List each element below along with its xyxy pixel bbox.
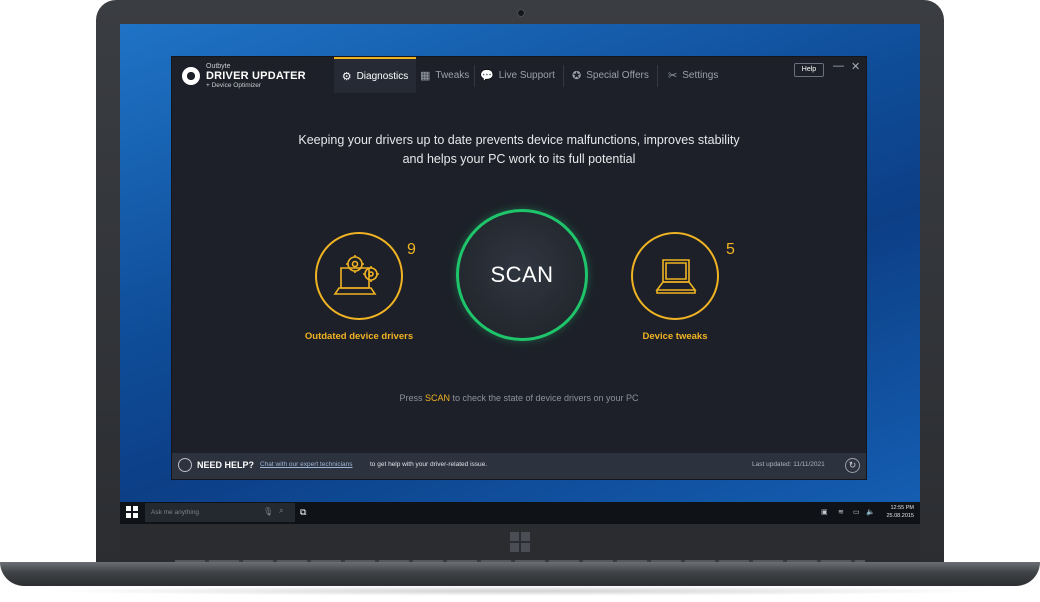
search-placeholder: Ask me anything (151, 509, 200, 516)
scan-button[interactable]: SCAN (456, 209, 588, 341)
help-button[interactable]: Help (794, 63, 824, 77)
laptop-icon (655, 259, 697, 294)
tab-special-offers[interactable]: ✪ Special Offers (572, 57, 649, 93)
tab-settings[interactable]: ✂ Settings (668, 57, 718, 93)
device-tweaks-circle (631, 232, 719, 320)
driver-updater-window: Outbyte DRIVER UPDATER + Device Optimize… (172, 57, 866, 479)
tab-label: Tweaks (435, 69, 470, 81)
chat-description: to get help with your driver-related iss… (370, 461, 488, 468)
hint-text: to check the state of device drivers on … (449, 393, 639, 403)
refresh-icon[interactable]: ↻ (845, 458, 860, 473)
tagline: Keeping your drivers up to date prevents… (172, 131, 866, 169)
microphone-icon[interactable]: 🎙 (263, 507, 273, 516)
search-icon[interactable]: ⌕ (279, 506, 283, 516)
tagline-line-1: Keeping your drivers up to date prevents… (298, 133, 740, 147)
tab-label: Diagnostics (356, 70, 409, 82)
windows-logo-bezel-icon (510, 532, 530, 552)
tab-diagnostics[interactable]: ⚙ Diagnostics (334, 57, 416, 93)
tweaks-count: 5 (726, 241, 735, 258)
tab-label: Special Offers (586, 69, 649, 81)
need-help-label: NEED HELP? (197, 460, 255, 470)
system-clock[interactable]: 12:55 PM 25.08.2015 (872, 504, 914, 520)
wifi-icon[interactable]: ≋ (838, 508, 844, 516)
headset-icon (178, 458, 192, 472)
last-updated: Last updated: 11/11/2021 (752, 461, 825, 468)
chat-with-technicians-link[interactable]: Chat with our expert technicians (260, 461, 353, 468)
tagline-line-2: and helps your PC work to its full poten… (402, 152, 636, 166)
scan-hint: Press SCAN to check the state of device … (172, 393, 866, 403)
laptop-gears-icon (333, 255, 379, 295)
webcam (517, 9, 525, 17)
device-tweaks-label: Device tweaks (642, 331, 708, 342)
clock-time: 12:55 PM (890, 505, 914, 511)
chat-icon: 💬 (480, 69, 494, 82)
tab-label: Settings (682, 69, 719, 81)
tab-tweaks[interactable]: ▦ Tweaks (420, 57, 469, 93)
tab-live-support[interactable]: 💬 Live Support (480, 57, 555, 93)
outdated-count: 9 (407, 241, 416, 258)
hint-highlight: SCAN (424, 393, 450, 403)
brand-subtitle: + Device Optimizer (206, 82, 262, 89)
grid-icon: ▦ (420, 69, 431, 82)
laptop-base (0, 562, 1040, 586)
tab-divider (657, 65, 658, 87)
minimize-button[interactable]: — (833, 60, 844, 72)
badge-icon: ✪ (572, 69, 582, 82)
tab-label: Live Support (498, 69, 555, 81)
clock-date: 25.08.2015 (886, 513, 914, 519)
hint-text: Press (399, 393, 425, 403)
brand-company: Outbyte (206, 63, 231, 70)
title-bar: Outbyte DRIVER UPDATER + Device Optimize… (172, 57, 866, 93)
battery-icon[interactable]: ▭ (853, 508, 860, 516)
help-footer: NEED HELP? Chat with our expert technici… (172, 453, 866, 479)
laptop-shadow (40, 586, 1000, 596)
tools-icon: ✂ (668, 69, 678, 82)
close-button[interactable]: ✕ (851, 60, 860, 73)
start-button-icon[interactable] (126, 506, 138, 518)
outdated-drivers-label: Outdated device drivers (304, 331, 414, 342)
tab-divider (563, 65, 564, 87)
task-view-icon[interactable]: ⧉ (300, 507, 306, 518)
action-center-icon[interactable]: ▣ (821, 508, 828, 516)
outbyte-logo-icon (182, 67, 200, 85)
brand-product: DRIVER UPDATER (206, 70, 306, 82)
gear-icon: ⚙ (341, 70, 352, 83)
tab-divider (474, 65, 475, 87)
outdated-drivers-circle (315, 232, 403, 320)
